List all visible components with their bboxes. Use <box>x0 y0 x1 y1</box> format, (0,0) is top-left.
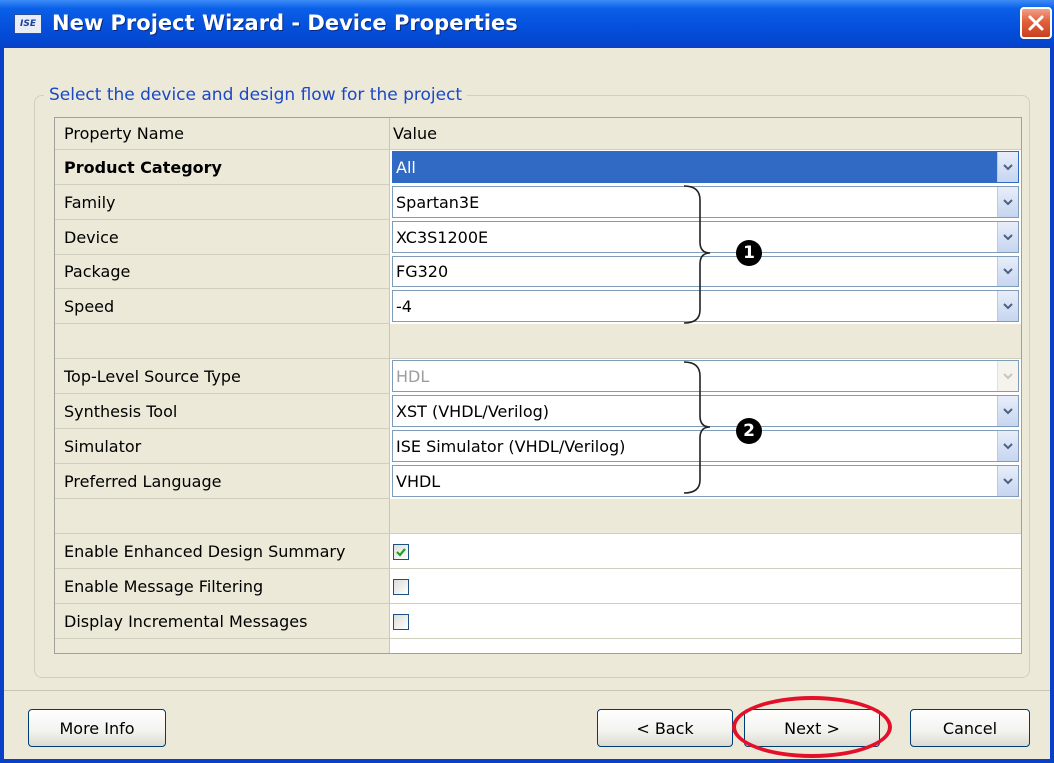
property-grid: Property Name Value Product Category All… <box>54 117 1022 654</box>
row-family[interactable]: Family Spartan3E <box>55 185 1021 220</box>
top-level-source-type-label: Top-Level Source Type <box>55 359 390 394</box>
spacer-row <box>55 499 1021 534</box>
chevron-down-icon <box>1003 407 1013 414</box>
dropdown-arrow-icon[interactable] <box>997 396 1018 426</box>
chevron-down-icon <box>1003 198 1013 205</box>
groupbox-label: Select the device and design flow for th… <box>44 85 468 105</box>
spacer-cell <box>55 324 390 359</box>
next-highlight-ellipse <box>732 696 892 758</box>
synthesis-tool-label: Synthesis Tool <box>55 394 390 429</box>
grid-bottom-cell <box>55 639 390 653</box>
preferred-language-label: Preferred Language <box>55 464 390 499</box>
annotation-number-1: 1 <box>736 240 762 266</box>
checkmark-icon <box>396 547 406 557</box>
preferred-language-value: VHDL <box>396 471 441 491</box>
dropdown-arrow-icon[interactable] <box>997 291 1018 321</box>
annotation-number-2: 2 <box>736 418 762 444</box>
dropdown-arrow-icon[interactable] <box>997 257 1018 286</box>
incremental-messages-cell <box>390 604 1021 639</box>
row-device[interactable]: Device XC3S1200E <box>55 220 1021 255</box>
speed-value: -4 <box>396 296 412 316</box>
chevron-down-icon <box>1003 477 1013 484</box>
more-info-label: More Info <box>59 718 135 738</box>
enhanced-design-summary-cell <box>390 534 1021 569</box>
row-message-filtering[interactable]: Enable Message Filtering <box>55 569 1021 604</box>
enhanced-design-summary-label: Enable Enhanced Design Summary <box>55 534 390 569</box>
enhanced-design-summary-checkbox[interactable] <box>393 543 409 560</box>
package-value: FG320 <box>396 262 449 281</box>
device-label: Device <box>55 220 390 255</box>
row-incremental-messages[interactable]: Display Incremental Messages <box>55 604 1021 639</box>
annotation-brace-2 <box>683 361 711 494</box>
window-title: New Project Wizard - Device Properties <box>52 11 518 35</box>
close-icon <box>1028 15 1044 31</box>
package-label: Package <box>55 255 390 289</box>
row-speed[interactable]: Speed -4 <box>55 289 1021 324</box>
chevron-down-icon <box>1003 442 1013 449</box>
dropdown-arrow-icon[interactable] <box>997 466 1018 496</box>
family-value: Spartan3E <box>396 192 480 212</box>
row-preferred-language[interactable]: Preferred Language VHDL <box>55 464 1021 499</box>
spacer-cell <box>390 499 1021 534</box>
header-property-name: Property Name <box>55 118 390 150</box>
top-level-source-type-value: HDL <box>396 366 430 386</box>
synthesis-tool-value: XST (VHDL/Verilog) <box>396 401 550 421</box>
grid-header: Property Name Value <box>55 118 1021 150</box>
back-button[interactable]: < Back <box>597 709 733 747</box>
dropdown-arrow-icon[interactable] <box>997 431 1018 461</box>
chevron-down-icon <box>1003 372 1013 379</box>
close-button[interactable] <box>1020 7 1052 39</box>
header-value: Value <box>390 118 1021 150</box>
simulator-value: ISE Simulator (VHDL/Verilog) <box>396 436 626 456</box>
message-filtering-cell <box>390 569 1021 604</box>
chevron-down-icon <box>1003 163 1013 170</box>
spacer-cell <box>55 499 390 534</box>
product-category-select[interactable]: All <box>392 151 1019 183</box>
speed-label: Speed <box>55 289 390 324</box>
family-label: Family <box>55 185 390 220</box>
chevron-down-icon <box>1003 268 1013 275</box>
dropdown-arrow-icon[interactable] <box>997 222 1018 252</box>
ise-app-icon: ISE <box>14 14 42 34</box>
message-filtering-label: Enable Message Filtering <box>55 569 390 604</box>
back-label: < Back <box>636 718 694 738</box>
incremental-messages-label: Display Incremental Messages <box>55 604 390 639</box>
cancel-button[interactable]: Cancel <box>910 709 1030 747</box>
more-info-button[interactable]: More Info <box>28 709 166 747</box>
simulator-label: Simulator <box>55 429 390 464</box>
product-category-value: All <box>396 157 416 177</box>
chevron-down-icon <box>1003 233 1013 240</box>
title-bar[interactable]: ISE New Project Wizard - Device Properti… <box>0 0 1054 48</box>
dropdown-arrow-icon[interactable] <box>997 152 1018 182</box>
annotation-brace-1 <box>683 185 711 324</box>
footer-separator <box>4 690 1050 691</box>
message-filtering-checkbox[interactable] <box>393 578 409 595</box>
dropdown-arrow-icon[interactable] <box>997 187 1018 217</box>
row-package[interactable]: Package FG320 <box>55 255 1021 289</box>
row-enhanced-design-summary[interactable]: Enable Enhanced Design Summary <box>55 534 1021 569</box>
incremental-messages-checkbox[interactable] <box>393 613 409 630</box>
row-product-category[interactable]: Product Category All <box>55 150 1021 185</box>
dropdown-arrow-icon <box>997 361 1018 391</box>
row-synthesis-tool[interactable]: Synthesis Tool XST (VHDL/Verilog) <box>55 394 1021 429</box>
product-category-label: Product Category <box>55 150 390 185</box>
cancel-label: Cancel <box>942 718 998 738</box>
row-simulator[interactable]: Simulator ISE Simulator (VHDL/Verilog) <box>55 429 1021 464</box>
row-top-level-source-type[interactable]: Top-Level Source Type HDL <box>55 359 1021 394</box>
spacer-row <box>55 324 1021 359</box>
device-value: XC3S1200E <box>396 227 489 247</box>
chevron-down-icon <box>1003 302 1013 309</box>
